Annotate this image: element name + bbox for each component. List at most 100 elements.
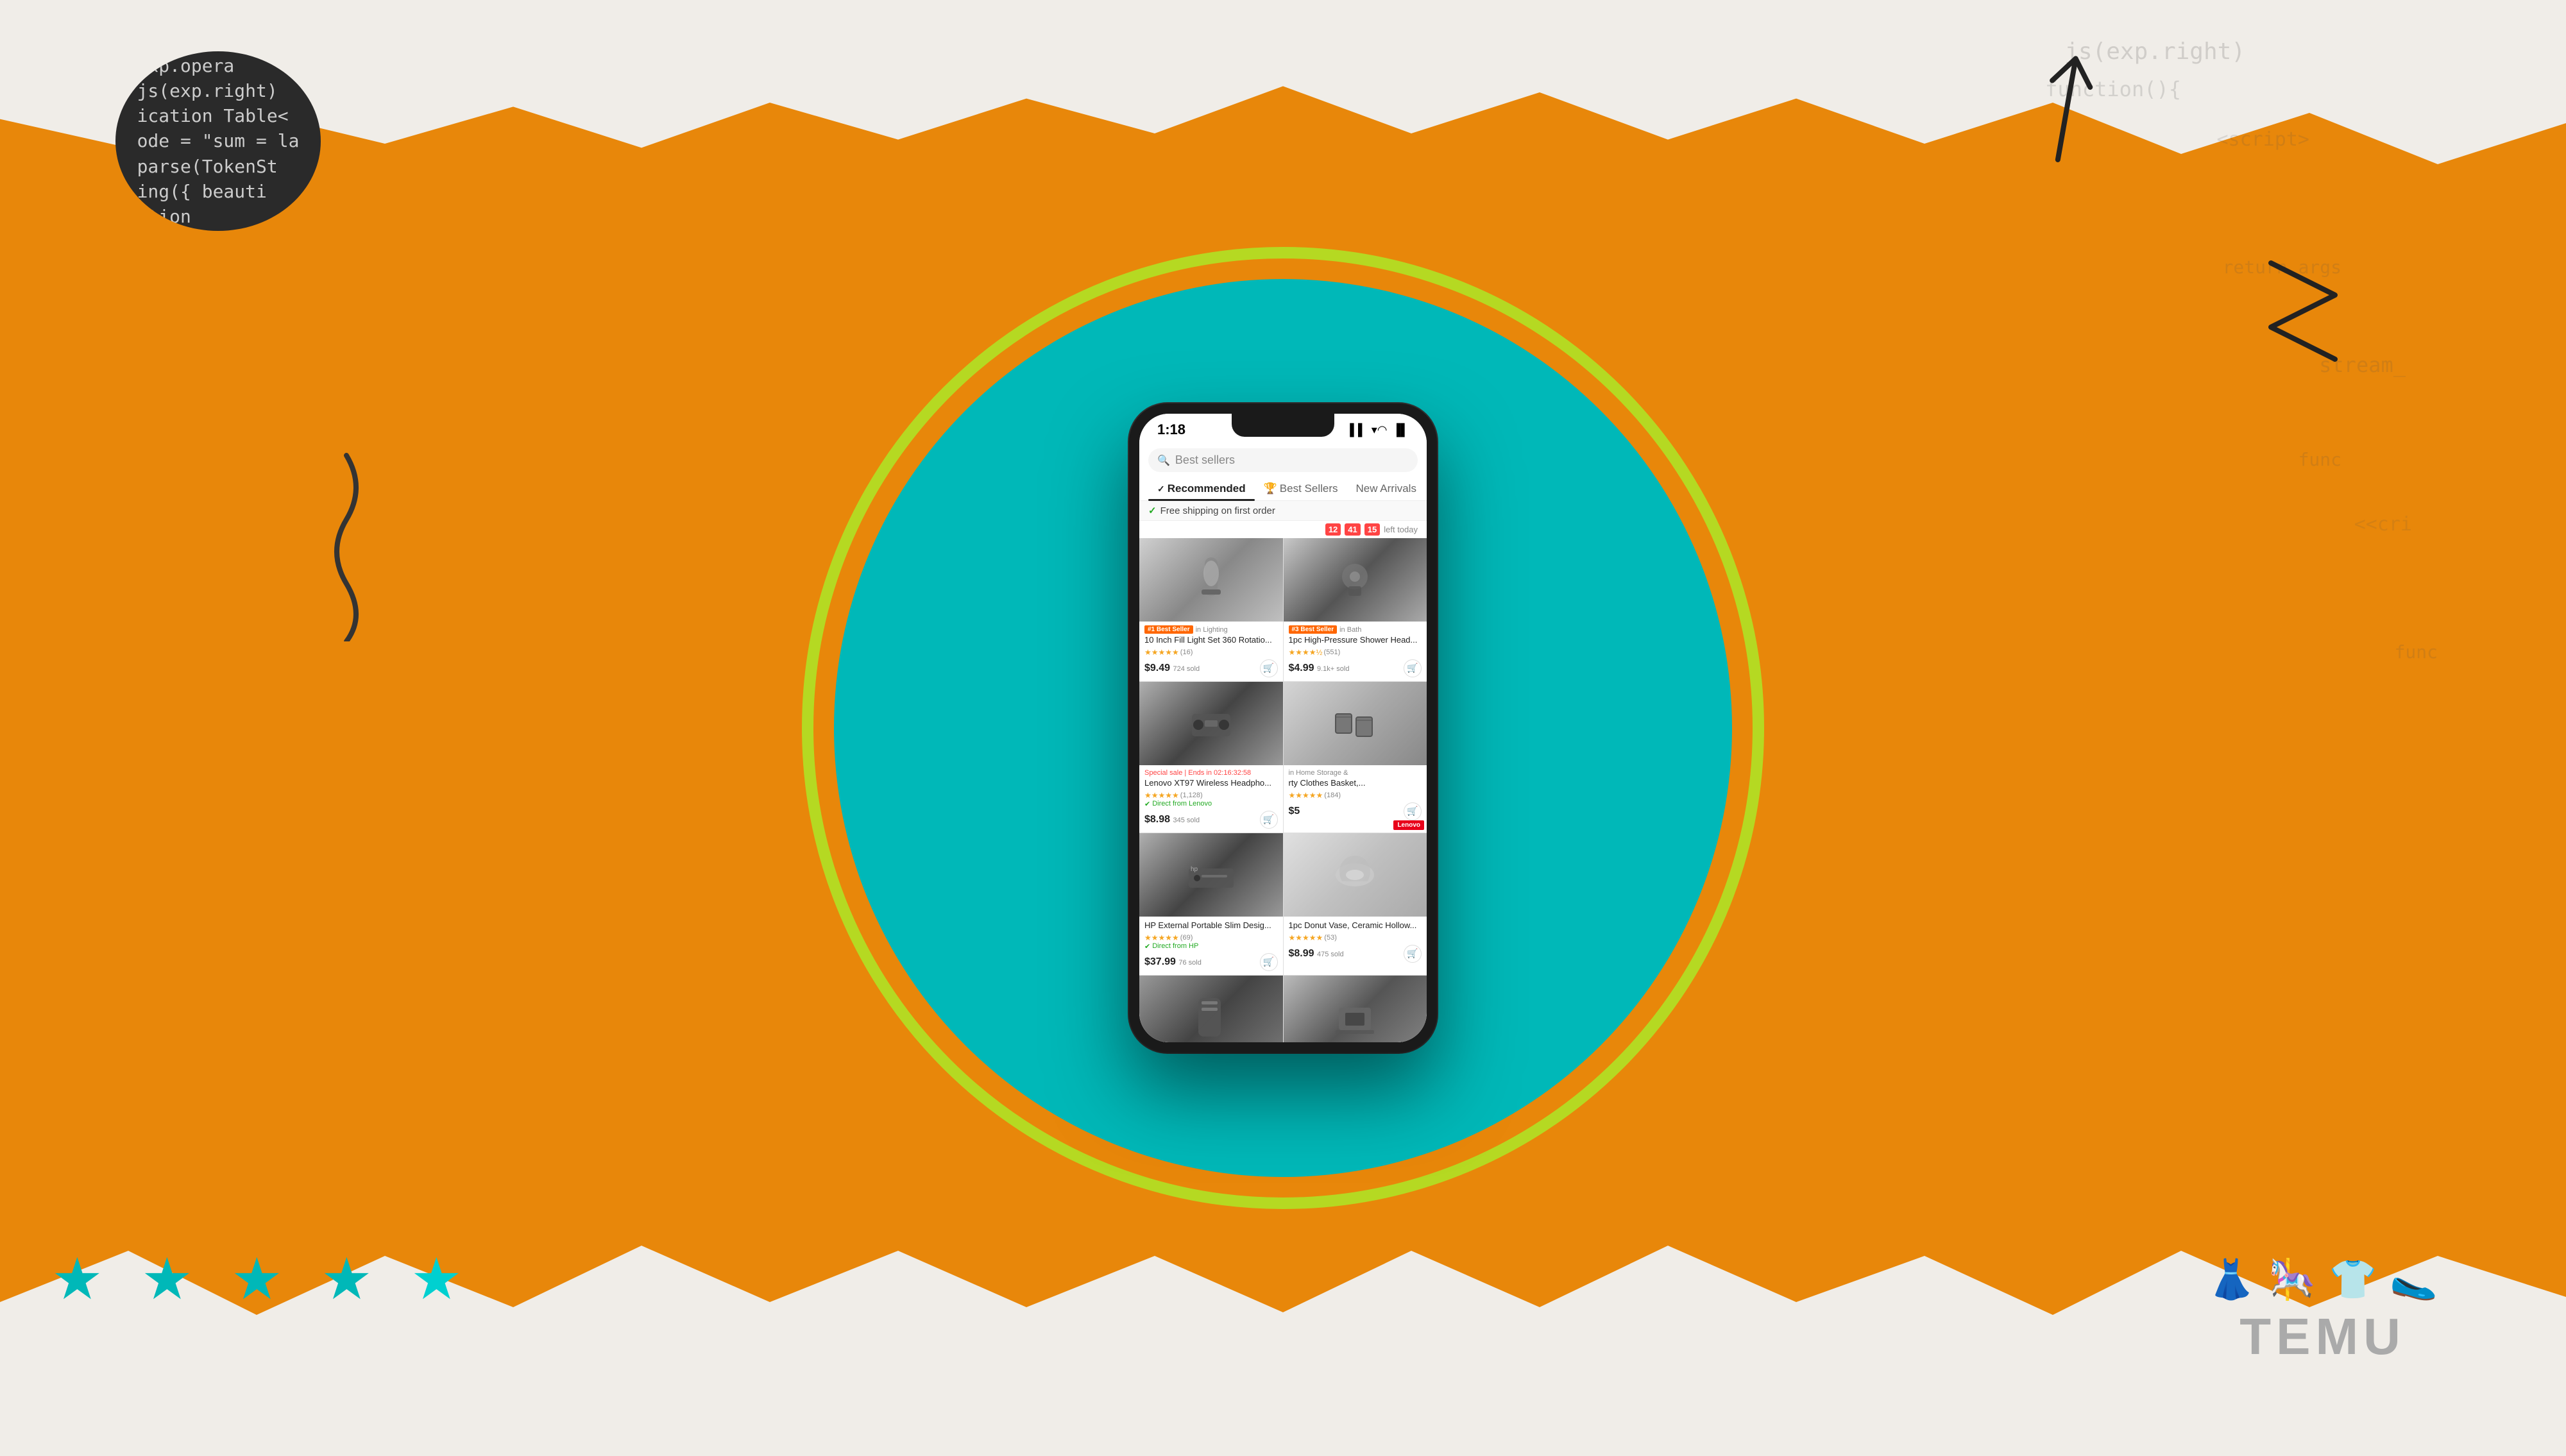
product-info-4: in Home Storage & rty Clothes Basket,...… xyxy=(1284,765,1427,824)
category-1: in Lighting xyxy=(1196,626,1228,634)
cart-btn-2[interactable]: 🛒 xyxy=(1404,659,1422,677)
stars-6: ★★★★★ (53) xyxy=(1289,933,1422,942)
direct-from-text-3: Direct from Lenovo xyxy=(1152,800,1212,808)
shipping-checkmark: ✓ xyxy=(1148,505,1157,516)
tab-new-arrivals-label: New Arrivals xyxy=(1355,482,1416,495)
sale-timer-3: Special sale | Ends in 02:16:32:58 xyxy=(1144,769,1278,777)
search-placeholder: Best sellers xyxy=(1175,453,1235,467)
tab-bar: ✓ Recommended 🏆 Best Sellers New Arrival… xyxy=(1139,477,1427,501)
direct-from-5: ✔ Direct from HP xyxy=(1144,942,1278,951)
products-grid: #1 Best Seller in Lighting 10 Inch Fill … xyxy=(1139,538,1427,1042)
star-4: ★ xyxy=(321,1251,385,1315)
tab-recommended-label: Recommended xyxy=(1168,482,1246,495)
product-info-2: #3 Best Seller in Bath 1pc High-Pressure… xyxy=(1284,622,1427,681)
wifi-icon: ▾◠ xyxy=(1372,423,1388,437)
product-card-4[interactable]: in Home Storage & rty Clothes Basket,...… xyxy=(1284,682,1427,833)
product-name-4: rty Clothes Basket,... xyxy=(1289,778,1422,789)
price-4: $5 xyxy=(1289,806,1300,817)
price-2: $4.99 xyxy=(1289,663,1314,673)
svg-text:hp: hp xyxy=(1191,866,1198,873)
badge-row-2: #3 Best Seller in Bath xyxy=(1289,625,1422,634)
bg-code-text-6: func xyxy=(2298,449,2341,470)
product-card-7[interactable]: #1 Best Seller in Kitchen Storage... 1pc… xyxy=(1139,976,1283,1042)
best-seller-badge-2: #3 Best Seller xyxy=(1289,625,1338,634)
product-image-5: hp xyxy=(1139,833,1283,917)
timer-hours: 12 xyxy=(1325,523,1341,536)
squiggle-decoration xyxy=(308,449,385,641)
stars-4: ★★★★★ (184) xyxy=(1289,791,1422,800)
stars-3: ★★★★★ (1,128) xyxy=(1144,791,1278,800)
review-count-6: (53) xyxy=(1324,934,1337,942)
bg-code-text-7: <<cri xyxy=(2354,513,2412,536)
cart-btn-6[interactable]: 🛒 xyxy=(1404,945,1422,963)
shipping-text: Free shipping on first order xyxy=(1160,505,1275,516)
cart-btn-5[interactable]: 🛒 xyxy=(1260,953,1278,971)
signal-icon: ▌▌ xyxy=(1350,423,1366,437)
price-row-3: $8.98 345 sold 🛒 xyxy=(1144,811,1278,829)
product-name-3: Lenovo XT97 Wireless Headpho... xyxy=(1144,778,1278,789)
timer-area: 12 41 15 left today xyxy=(1139,521,1427,538)
battery-icon: ▐▌ xyxy=(1392,423,1409,437)
zigzag-decoration xyxy=(2264,257,2341,372)
stars-2: ★★★★½ (551) xyxy=(1289,648,1422,657)
badge-row-4: in Home Storage & xyxy=(1289,769,1422,777)
product-name-5: HP External Portable Slim Desig... xyxy=(1144,920,1278,931)
product-image-4 xyxy=(1284,682,1427,765)
code-circle: exp.opera js(exp.right) ication Table< o… xyxy=(115,51,321,231)
product-card-6[interactable]: 1pc Donut Vase, Ceramic Hollow... ★★★★★ … xyxy=(1284,833,1427,975)
price-row-6: $8.99 475 sold 🛒 xyxy=(1289,945,1422,963)
product-name-1: 10 Inch Fill Light Set 360 Rotatio... xyxy=(1144,635,1278,646)
temu-text-label: TEMU xyxy=(2239,1307,2406,1366)
product-name-2: 1pc High-Pressure Shower Head... xyxy=(1289,635,1422,646)
sold-1: 724 sold xyxy=(1173,665,1200,673)
price-6: $8.99 xyxy=(1289,948,1314,959)
tab-best-sellers[interactable]: 🏆 Best Sellers xyxy=(1255,477,1347,500)
price-sold-2: $4.99 9.1k+ sold xyxy=(1289,663,1350,674)
temu-logo: 👗 🎠 👕 🥿 TEMU xyxy=(2207,1257,2438,1366)
tab-recommended[interactable]: ✓ Recommended xyxy=(1148,477,1255,500)
best-seller-badge-1: #1 Best Seller xyxy=(1144,625,1193,634)
product-name-6: 1pc Donut Vase, Ceramic Hollow... xyxy=(1289,920,1422,931)
tab-check-icon: ✓ xyxy=(1157,484,1165,495)
product-image-1 xyxy=(1139,538,1283,622)
status-time: 1:18 xyxy=(1157,421,1185,438)
price-sold-6: $8.99 475 sold xyxy=(1289,948,1344,960)
tab-new-arrivals[interactable]: New Arrivals xyxy=(1347,477,1425,500)
tab-best-sellers-label: Best Sellers xyxy=(1280,482,1338,495)
direct-from-text-5: Direct from HP xyxy=(1152,942,1198,950)
review-count-2: (551) xyxy=(1324,648,1341,656)
review-count-4: (184) xyxy=(1324,791,1341,799)
stars-decoration: ★ ★ ★ ★ ★ xyxy=(51,1251,475,1315)
star-1: ★ xyxy=(51,1251,115,1315)
phone-notch xyxy=(1232,414,1334,437)
product-card-2[interactable]: #3 Best Seller in Bath 1pc High-Pressure… xyxy=(1284,538,1427,681)
product-card-5[interactable]: hp HP External Portable Slim Desig... ★★… xyxy=(1139,833,1283,975)
temu-icon-shoe: 🥿 xyxy=(2390,1257,2438,1302)
cart-btn-1[interactable]: 🛒 xyxy=(1260,659,1278,677)
product-card-3[interactable]: Special sale | Ends in 02:16:32:58 Lenov… xyxy=(1139,682,1283,833)
product-image-6 xyxy=(1284,833,1427,917)
product-card-1[interactable]: #1 Best Seller in Lighting 10 Inch Fill … xyxy=(1139,538,1283,681)
star-3: ★ xyxy=(231,1251,295,1315)
phone: 1:18 ▌▌ ▾◠ ▐▌ 🔍 Best sellers ✓ Recommend… xyxy=(1129,403,1437,1053)
review-count-1: (16) xyxy=(1180,648,1193,656)
temu-icons: 👗 🎠 👕 🥿 xyxy=(2207,1257,2438,1302)
sold-3: 345 sold xyxy=(1173,817,1200,824)
product-info-3: Special sale | Ends in 02:16:32:58 Lenov… xyxy=(1139,765,1283,833)
shipping-banner: ✓ Free shipping on first order xyxy=(1139,501,1427,521)
price-row-4: $5 🛒 xyxy=(1289,802,1422,820)
product-image-3 xyxy=(1139,682,1283,765)
stars-1: ★★★★★ (16) xyxy=(1144,648,1278,657)
search-bar[interactable]: 🔍 Best sellers xyxy=(1148,448,1418,472)
temu-icon-toy: 🎠 xyxy=(2268,1257,2316,1302)
verified-icon-5: ✔ xyxy=(1144,942,1150,951)
cart-btn-4[interactable]: 🛒 xyxy=(1404,802,1422,820)
price-1: $9.49 xyxy=(1144,663,1170,673)
temu-icon-shirt: 👕 xyxy=(2329,1257,2377,1302)
review-count-5: (69) xyxy=(1180,934,1193,942)
cart-btn-3[interactable]: 🛒 xyxy=(1260,811,1278,829)
temu-icon-dress: 👗 xyxy=(2207,1257,2256,1302)
trophy-icon: 🏆 xyxy=(1264,482,1277,495)
bg-code-text-3: <script> xyxy=(2217,128,2310,151)
product-card-8[interactable]: #4 Best Sell... Lenovo Th... ★★★★★ ✔ Dir… xyxy=(1284,976,1427,1042)
